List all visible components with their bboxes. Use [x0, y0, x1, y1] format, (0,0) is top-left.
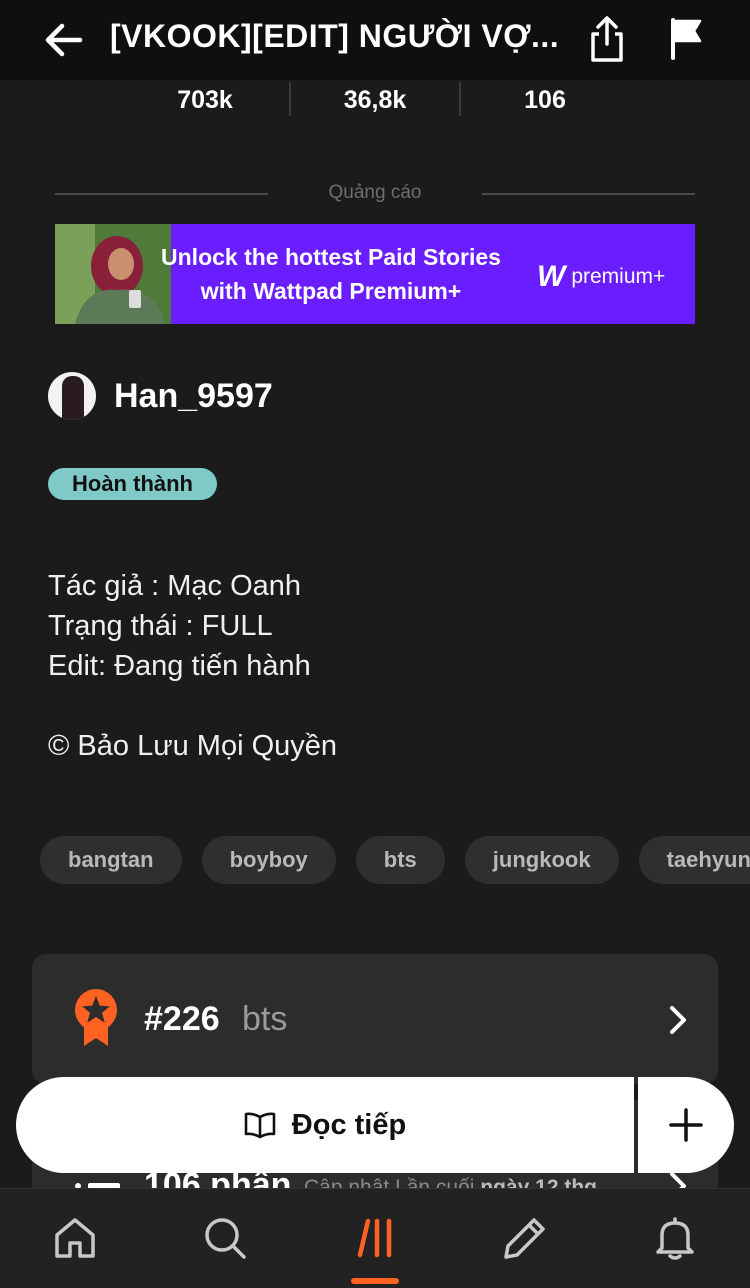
back-button[interactable]: [40, 16, 88, 64]
nav-home[interactable]: [50, 1213, 100, 1263]
back-arrow-icon: [45, 23, 83, 57]
continue-reading-label: Đọc tiếp: [291, 1108, 407, 1141]
report-button[interactable]: [664, 14, 708, 62]
story-stats: 703k 36,8k 106: [0, 80, 750, 124]
read-action-bar: Đọc tiếp: [16, 1077, 734, 1173]
tag-chip[interactable]: boyboy: [201, 836, 336, 884]
top-bar: [VKOOK][EDIT] NGƯỜI VỢ...: [0, 0, 750, 80]
tag-chip[interactable]: bangtan: [40, 836, 182, 884]
story-title: [VKOOK][EDIT] NGƯỜI VỢ...: [110, 18, 560, 54]
author-name[interactable]: Han_9597: [114, 377, 273, 416]
chevron-right-icon: [670, 1006, 686, 1034]
pencil-icon: [504, 1218, 545, 1259]
parts-count: 106: [524, 86, 566, 114]
description-line: Tác giả : Mạc Oanh: [48, 570, 302, 602]
home-icon: [55, 1218, 95, 1258]
ad-label-row: Quảng cáo: [55, 182, 695, 206]
ad-line-1: Unlock the hottest Paid Stories: [161, 244, 501, 270]
flag-icon: [671, 18, 702, 60]
continue-reading-button[interactable]: Đọc tiếp: [16, 1077, 634, 1173]
ranking-card[interactable]: #226 bts: [32, 954, 718, 1084]
nav-library[interactable]: [350, 1213, 400, 1263]
author-row[interactable]: Han_9597: [48, 372, 273, 420]
share-button[interactable]: [584, 12, 630, 66]
search-icon: [205, 1218, 246, 1259]
library-icon: [357, 1218, 392, 1258]
open-book-icon: [244, 1112, 276, 1139]
tag-chip[interactable]: bts: [355, 836, 445, 884]
plus-icon: [669, 1108, 703, 1142]
nav-search[interactable]: [200, 1213, 250, 1263]
share-icon: [591, 16, 623, 62]
ad-photo: [55, 224, 171, 324]
status-badge: Hoàn thành: [48, 468, 217, 500]
ad-logo-text: premium+: [571, 265, 666, 288]
reads-count: 703k: [177, 86, 233, 114]
ad-logo: W premium+: [537, 260, 665, 294]
award-ribbon-icon: [75, 989, 117, 1046]
nav-write[interactable]: [500, 1213, 550, 1263]
nav-notifications[interactable]: [650, 1213, 700, 1263]
votes-count: 36,8k: [343, 86, 407, 114]
bell-icon: [656, 1217, 694, 1260]
divider: [482, 193, 695, 195]
ad-line-2: with Wattpad Premium+: [200, 278, 462, 304]
ad-banner[interactable]: Unlock the hottest Paid Stories with Wat…: [55, 224, 695, 324]
tag-list: bangtan boyboy bts jungkook taehyung: [40, 836, 750, 884]
rank-number: #226: [144, 1000, 220, 1038]
tag-chip[interactable]: taehyung: [638, 836, 750, 884]
tag-chip[interactable]: jungkook: [464, 836, 619, 884]
add-to-library-button[interactable]: [638, 1077, 734, 1173]
description-line: Trạng thái : FULL: [48, 610, 273, 642]
bottom-nav: [0, 1188, 750, 1288]
description-line: © Bảo Lưu Mọi Quyền: [48, 730, 338, 762]
rank-tag: bts: [242, 1000, 288, 1038]
ad-text: Unlock the hottest Paid Stories with Wat…: [161, 240, 501, 308]
avatar[interactable]: [48, 372, 96, 420]
wattpad-logo-mark: W: [537, 260, 566, 293]
story-description: Tác giả : Mạc Oanh Trạng thái : FULL Edi…: [48, 566, 708, 766]
active-tab-indicator: [351, 1278, 399, 1284]
description-line: Edit: Đang tiến hành: [48, 650, 311, 682]
